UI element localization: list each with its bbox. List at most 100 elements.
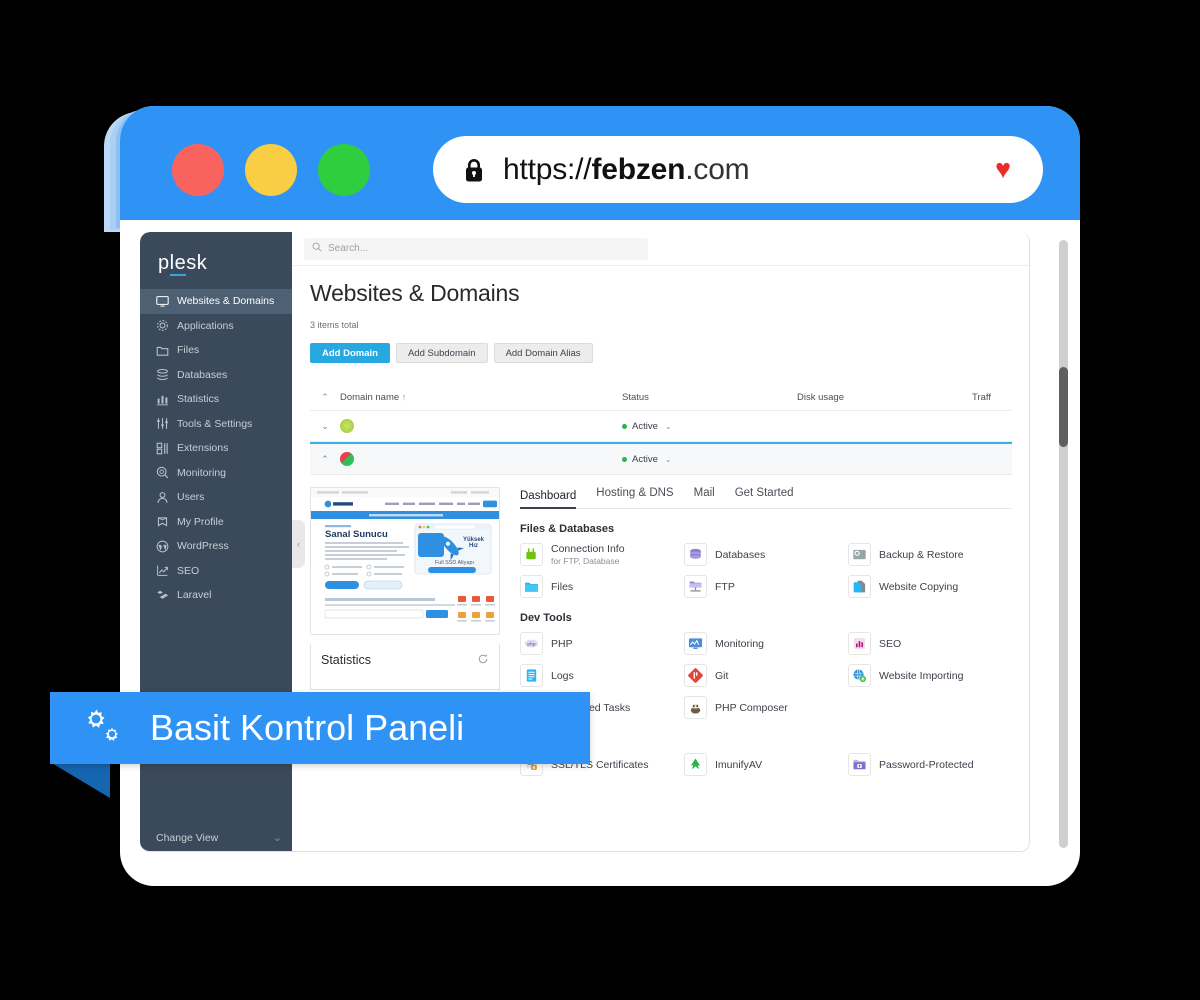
search-input[interactable] (328, 243, 640, 254)
sidebar-item-wordpress[interactable]: WordPress (140, 534, 292, 559)
import-icon (848, 664, 871, 687)
database-icon (156, 368, 169, 381)
status-badge[interactable]: Active ⌄ (622, 454, 797, 465)
tool-connection-info[interactable]: Connection Info for FTP, Database (520, 543, 684, 566)
tool-website-copying[interactable]: Website Copying (848, 575, 1012, 598)
tool-label: Website Importing (879, 669, 964, 682)
plesk-logo[interactable]: plesk (140, 232, 292, 289)
tool-backup-restore[interactable]: Backup & Restore (848, 543, 1012, 566)
gears-icon (76, 705, 128, 751)
favorite-heart-icon[interactable]: ♥ (995, 156, 1011, 183)
column-header-domain-name[interactable]: Domain name ↑ (340, 392, 622, 403)
monitoring-icon (684, 632, 707, 655)
tool-label: Databases (715, 548, 766, 561)
tab-dashboard[interactable]: Dashboard (520, 490, 577, 509)
tool-grid: Connection Info for FTP, Database Database… (520, 543, 1012, 598)
add-domain-alias-button[interactable]: Add Domain Alias (493, 343, 593, 363)
sidebar-item-monitoring[interactable]: Monitoring (140, 461, 292, 486)
tool-groups: Files & Databases Connection Info for FTP,… (520, 523, 1012, 776)
tool-php[interactable]: php PHP (520, 632, 684, 655)
sidebar-item-label: WordPress (177, 540, 229, 553)
row-collapse-chevron-icon[interactable]: ⌃ (310, 454, 340, 465)
sidebar-item-files[interactable]: Files (140, 338, 292, 363)
statistics-card[interactable]: Statistics (310, 644, 500, 690)
tool-label-wrap: Files (551, 581, 573, 593)
tab-hosting-dns[interactable]: Hosting & DNS (596, 487, 673, 502)
tool-ftp[interactable]: FTP (684, 575, 848, 598)
sort-ascending-icon: ↑ (401, 392, 407, 402)
status-badge[interactable]: Active ⌄ (622, 421, 797, 432)
tool-label: Git (715, 669, 729, 682)
tool-password-protected[interactable]: Password-Protected (848, 753, 1012, 776)
tool-label-wrap: PHP (551, 638, 573, 650)
tool-label-wrap: ImunifyAV (715, 759, 762, 771)
table-row[interactable]: ⌄ Active ⌄ (310, 411, 1012, 442)
chevron-down-icon: ⌄ (664, 421, 672, 431)
sidebar-item-statistics[interactable]: Statistics (140, 387, 292, 412)
svg-text:Sanal Sunucu: Sanal Sunucu (325, 529, 388, 540)
tool-monitoring[interactable]: Monitoring (684, 632, 848, 655)
sidebar-item-databases[interactable]: Databases (140, 363, 292, 388)
group-title: Files & Databases (520, 523, 615, 535)
tool-label-wrap: SEO (879, 638, 901, 650)
sidebar-item-extensions[interactable]: Extensions (140, 436, 292, 461)
sidebar-item-applications[interactable]: Applications (140, 314, 292, 339)
collapse-all-icon[interactable]: ⌃ (310, 392, 340, 403)
website-thumbnail[interactable]: Sanal Sunucu Yüksek Hız Full SSD Altyapı (310, 487, 500, 635)
column-header-disk-usage[interactable]: Disk usage (797, 392, 972, 403)
search-box[interactable] (304, 237, 648, 260)
change-view-label: Change View (156, 831, 219, 844)
sidebar-nav: Websites & Domains Applications Files Datab… (140, 289, 292, 608)
add-domain-button[interactable]: Add Domain (310, 343, 390, 363)
sidebar-item-laravel[interactable]: Laravel (140, 583, 292, 608)
window-minimize-button[interactable] (245, 144, 297, 196)
trend-up-icon (156, 564, 169, 577)
chevron-down-icon: ⌄ (272, 832, 282, 844)
tool-databases[interactable]: Databases (684, 543, 848, 566)
sidebar-collapse-handle[interactable]: ‹ (292, 520, 305, 568)
folder-icon (156, 344, 169, 357)
refresh-icon[interactable] (477, 653, 489, 668)
logs-icon (520, 664, 543, 687)
tool-imunifyav[interactable]: ImunifyAV (684, 753, 848, 776)
tool-php-composer[interactable]: PHP Composer (684, 696, 848, 719)
sidebar-item-label: Users (177, 491, 205, 504)
sidebar-item-seo[interactable]: SEO (140, 559, 292, 584)
window-maximize-button[interactable] (318, 144, 370, 196)
sidebar-item-websites-domains[interactable]: Websites & Domains (140, 289, 292, 314)
vertical-scrollbar[interactable] (1059, 240, 1068, 848)
change-view-control[interactable]: Change View ⌄ (140, 825, 292, 850)
tab-get-started[interactable]: Get Started (735, 487, 794, 502)
column-header-status[interactable]: Status (622, 392, 797, 403)
tool-label-wrap: FTP (715, 581, 735, 593)
table-header-row: ⌃ Domain name ↑ Status Disk usage Traff (310, 385, 1012, 411)
sidebar-item-tools-settings[interactable]: Tools & Settings (140, 412, 292, 437)
tool-logs[interactable]: Logs (520, 664, 684, 687)
status-dot-icon (622, 423, 627, 429)
sliders-icon (156, 417, 169, 430)
add-subdomain-button[interactable]: Add Subdomain (395, 343, 488, 363)
url-scheme: https:// (503, 152, 592, 186)
detail-tabs: Dashboard Hosting & DNS Mail Get Started (520, 487, 1012, 509)
address-bar[interactable]: https://febzen.com ♥ (433, 136, 1043, 203)
tool-label-wrap: Password-Protected (879, 759, 974, 771)
folder-blue-icon (520, 575, 543, 598)
tool-seo[interactable]: SEO (848, 632, 1012, 655)
tool-files[interactable]: Files (520, 575, 684, 598)
feature-banner: Basit Kontrol Paneli (50, 692, 590, 764)
sidebar-item-label: Laravel (177, 589, 212, 602)
tool-git[interactable]: Git (684, 664, 848, 687)
column-header-traffic[interactable]: Traff (972, 392, 1012, 403)
table-row[interactable]: ⌃ Active ⌄ (310, 442, 1012, 475)
scrollbar-thumb[interactable] (1059, 367, 1068, 447)
tab-mail[interactable]: Mail (694, 487, 715, 502)
window-close-button[interactable] (172, 144, 224, 196)
sidebar-item-users[interactable]: Users (140, 485, 292, 510)
sidebar-item-label: Statistics (177, 393, 220, 406)
row-expand-chevron-icon[interactable]: ⌄ (310, 421, 340, 432)
tool-website-importing[interactable]: Website Importing (848, 664, 1012, 687)
sidebar-item-my-profile[interactable]: My Profile (140, 510, 292, 535)
items-total-label: 3 items total (310, 320, 359, 330)
action-button-row: Add Domain Add Subdomain Add Domain Alias (310, 343, 1012, 363)
tool-label: Connection Info (551, 543, 625, 555)
